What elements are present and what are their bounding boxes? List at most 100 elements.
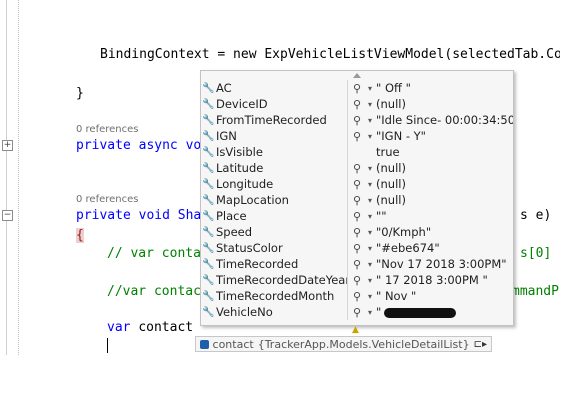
property-value[interactable]: "Nov 17 2018 3:00PM" <box>376 257 513 271</box>
property-value[interactable]: "IGN - Y" <box>376 129 513 143</box>
magnifier-icon[interactable]: ⚲ <box>350 162 364 175</box>
column-divider <box>347 80 348 96</box>
column-divider <box>347 192 348 208</box>
collapse-icon[interactable]: − <box>2 210 13 221</box>
datatip-row[interactable]: 🔧 IGN ⚲ ▾ "IGN - Y" <box>201 128 513 144</box>
code-comment-1-tail: s[0] a <box>520 246 560 261</box>
magnifier-icon[interactable]: ⚲ <box>350 242 364 255</box>
property-value[interactable]: "0/Kmph" <box>376 225 513 239</box>
datatip-row[interactable]: 🔧 TimeRecordedDateYear ⚲ ▾ " 17 2018 3:00PM … <box>201 272 513 288</box>
datatip-row[interactable]: 🔧 Place ⚲ ▾ "" <box>201 208 513 224</box>
property-value[interactable]: " 17 2018 3:00PM " <box>376 273 513 287</box>
datatip-row[interactable]: 🔧 TimeRecorded ⚲ ▾ "Nov 17 2018 3:00PM" <box>201 256 513 272</box>
datatip-row[interactable]: 🔧 VehicleNo ⚲ ▾ " <box>201 304 513 320</box>
datatip-row[interactable]: 🔧 FromTimeRecorded ⚲ ▾ "Idle Since- 00:00:34… <box>201 112 513 128</box>
dropdown-arrow-icon[interactable]: ▾ <box>364 116 376 125</box>
property-value[interactable]: " <box>376 305 513 319</box>
magnifier-icon[interactable]: ⚲ <box>350 98 364 111</box>
datatip-row[interactable]: 🔧 Latitude ⚲ ▾ (null) <box>201 160 513 176</box>
dropdown-arrow-icon[interactable]: ▾ <box>364 260 376 269</box>
magnifier-icon[interactable]: ⚲ <box>350 194 364 207</box>
wrench-icon: 🔧 <box>202 162 215 174</box>
property-name: DeviceID <box>216 97 268 111</box>
outline-line <box>6 0 7 355</box>
property-value[interactable]: (null) <box>376 177 513 191</box>
dropdown-arrow-icon[interactable]: ▾ <box>364 212 376 221</box>
column-divider <box>347 112 348 128</box>
magnifier-icon[interactable]: ⚲ <box>350 274 364 287</box>
datatip-header[interactable]: contact {TrackerApp.Models.VehicleDetail… <box>195 336 492 352</box>
code-line-private-void-tail: s e) <box>520 208 552 223</box>
code-line-private-void: private void Sha <box>76 208 202 223</box>
wrench-icon: 🔧 <box>202 130 215 142</box>
expand-icon[interactable]: + <box>2 140 13 151</box>
wrench-icon: 🔧 <box>202 258 215 270</box>
column-divider <box>347 272 348 288</box>
dropdown-arrow-icon[interactable]: ▾ <box>364 196 376 205</box>
datatip-scroll-up[interactable] <box>201 71 513 80</box>
dropdown-arrow-icon[interactable]: ▾ <box>364 180 376 189</box>
column-divider <box>347 160 348 176</box>
magnifier-icon[interactable]: ⚲ <box>350 226 364 239</box>
property-value[interactable]: "Idle Since- 00:00:34:50" <box>376 113 513 127</box>
dropdown-arrow-icon[interactable]: ▾ <box>364 132 376 141</box>
column-divider <box>347 144 348 160</box>
codelens-references[interactable]: 0 references <box>76 194 139 205</box>
datatip-row[interactable]: 🔧 MapLocation ⚲ ▾ (null) <box>201 192 513 208</box>
text-caret <box>107 338 108 353</box>
column-divider <box>347 288 348 304</box>
datatip-row[interactable]: 🔧 StatusColor ⚲ ▾ "#ebe674" <box>201 240 513 256</box>
magnifier-icon[interactable]: ⚲ <box>350 258 364 271</box>
datatip-type: {TrackerApp.Models.VehicleDetailList} <box>257 337 470 351</box>
column-divider <box>347 208 348 224</box>
datatip-row[interactable]: 🔧 Longitude ⚲ ▾ (null) <box>201 176 513 192</box>
dropdown-arrow-icon[interactable]: ▾ <box>364 164 376 173</box>
datatip-variable-name: contact <box>212 337 254 351</box>
magnifier-icon[interactable]: ⚲ <box>350 82 364 95</box>
redaction-scribble <box>384 307 457 318</box>
column-divider <box>347 224 348 240</box>
datatip-row[interactable]: 🔧 DeviceID ⚲ ▾ (null) <box>201 96 513 112</box>
dropdown-arrow-icon[interactable]: ▾ <box>364 308 376 317</box>
wrench-icon: 🔧 <box>202 194 215 206</box>
dropdown-arrow-icon[interactable]: ▾ <box>364 244 376 253</box>
property-value[interactable]: "#ebe674" <box>376 241 513 255</box>
code-comment-1: // var conta <box>107 246 201 261</box>
property-name: TimeRecorded <box>216 257 299 271</box>
pin-icon[interactable]: ▲ <box>352 325 359 335</box>
property-name: Place <box>216 209 247 223</box>
magnifier-icon[interactable]: ⚲ <box>350 290 364 303</box>
dropdown-arrow-icon[interactable]: ▾ <box>364 276 376 285</box>
property-value[interactable]: (null) <box>376 161 513 175</box>
open-brace: { <box>76 228 84 243</box>
property-value[interactable]: true <box>376 145 513 159</box>
property-name: VehicleNo <box>216 305 273 319</box>
column-divider <box>347 256 348 272</box>
property-name: Longitude <box>216 177 274 191</box>
datatip-row[interactable]: 🔧 TimeRecordedMonth ⚲ ▾ " Nov " <box>201 288 513 304</box>
property-name: IsVisible <box>216 145 263 159</box>
property-value[interactable]: " Nov " <box>376 289 513 303</box>
wrench-icon: 🔧 <box>202 210 215 222</box>
magnifier-icon[interactable]: ⚲ <box>350 114 364 127</box>
magnifier-icon[interactable]: ⚲ <box>350 306 364 319</box>
property-value[interactable]: " Off " <box>376 81 513 95</box>
magnifier-icon[interactable]: ⚲ <box>350 178 364 191</box>
magnifier-icon[interactable]: ⚲ <box>350 210 364 223</box>
datatip-row[interactable]: 🔧 IsVisible true <box>201 144 513 160</box>
magnifier-icon[interactable]: ⚲ <box>350 130 364 143</box>
dropdown-arrow-icon[interactable]: ▾ <box>364 84 376 93</box>
property-value[interactable]: (null) <box>376 97 513 111</box>
dropdown-arrow-icon[interactable]: ▾ <box>364 292 376 301</box>
property-value[interactable]: (null) <box>376 193 513 207</box>
property-value[interactable]: "" <box>376 209 513 223</box>
datatip-row[interactable]: 🔧 AC ⚲ ▾ " Off " <box>201 80 513 96</box>
property-name: MapLocation <box>216 193 289 207</box>
datatip-row[interactable]: 🔧 Speed ⚲ ▾ "0/Kmph" <box>201 224 513 240</box>
codelens-references[interactable]: 0 references <box>76 124 139 135</box>
datatip-popup[interactable]: 🔧 AC ⚲ ▾ " Off " 🔧 DeviceID ⚲ ▾ (null) 🔧 FromTimeRe… <box>200 70 514 326</box>
dropdown-arrow-icon[interactable]: ▾ <box>364 100 376 109</box>
dropdown-arrow-icon[interactable]: ▾ <box>364 228 376 237</box>
pin-datatip-icon[interactable]: ⊏▸ <box>474 339 487 350</box>
column-divider <box>347 240 348 256</box>
